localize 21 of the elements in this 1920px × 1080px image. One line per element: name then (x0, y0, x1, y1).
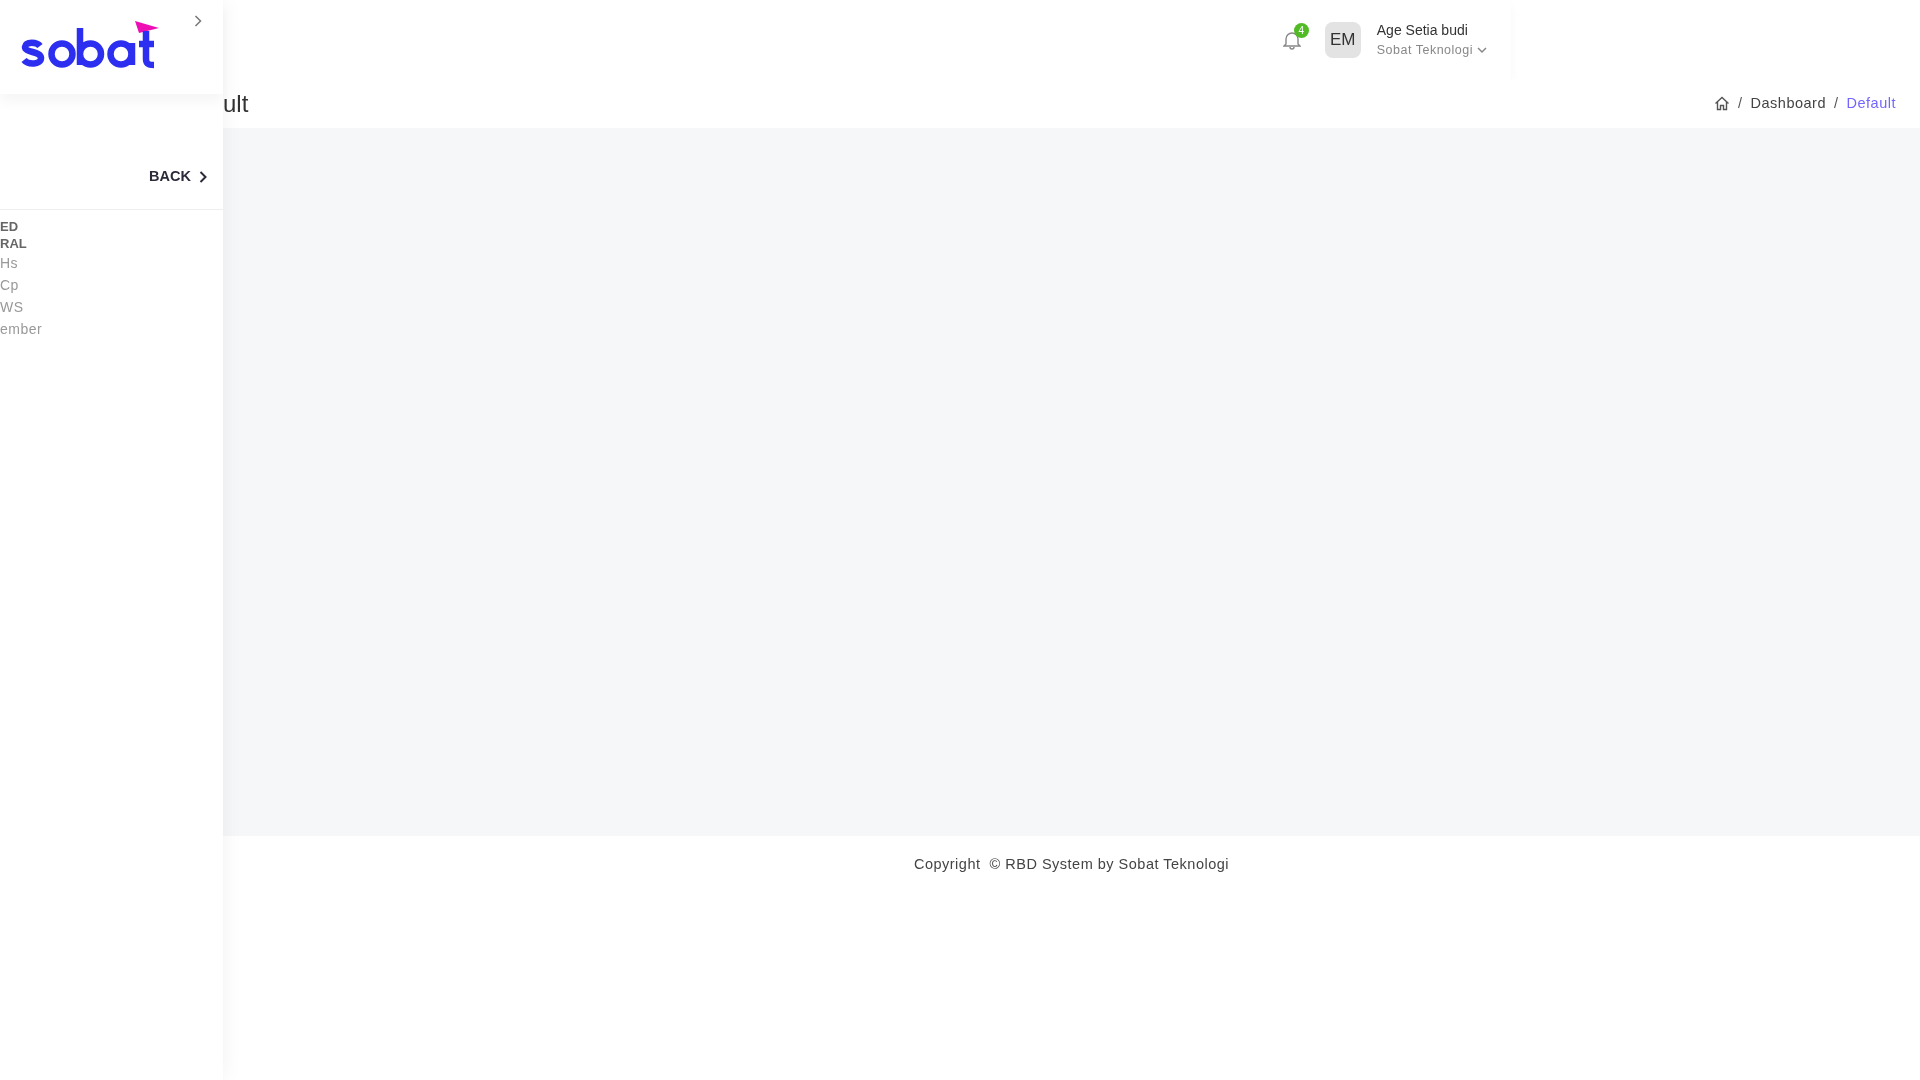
section-label: RAL (0, 235, 27, 252)
user-company: Sobat Teknologi (1376, 41, 1473, 59)
breadcrumb-separator: / (1834, 93, 1839, 113)
section-label: ED (0, 218, 19, 235)
sidebar-item[interactable]: ember (0, 318, 43, 340)
footer-text: Copyright © RBD System by Sobat Teknologi (913, 856, 1230, 872)
chevron-right-icon[interactable] (194, 15, 202, 27)
sidebar-item[interactable]: Cp (0, 274, 19, 296)
sidebar-item[interactable]: Hs (0, 252, 19, 274)
user-avatar[interactable]: EM (1324, 21, 1361, 58)
breadcrumb-separator: / (1738, 93, 1743, 113)
breadcrumb-item: Default (1846, 93, 1896, 113)
chevron-down-icon[interactable] (1477, 46, 1487, 54)
breadcrumb-item[interactable]: Dashboard (1750, 92, 1826, 115)
chevron-right-icon (199, 170, 207, 183)
back-link[interactable]: BACK (149, 165, 207, 188)
home-icon[interactable] (1714, 96, 1731, 111)
user-name: Age Setia budi (1376, 20, 1469, 40)
sidebar-item[interactable]: WS (0, 296, 24, 318)
notification-badge: 4 (1293, 22, 1309, 38)
page-title: ult (223, 88, 249, 119)
